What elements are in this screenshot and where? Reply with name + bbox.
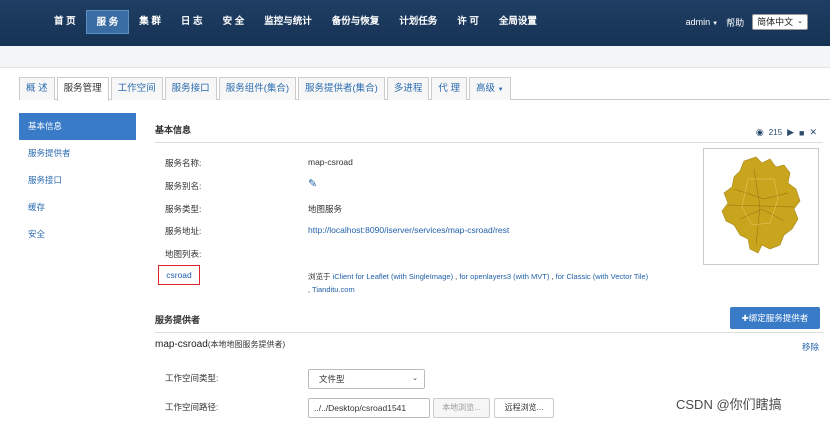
local-browse-button[interactable]: 本地浏览... <box>433 398 490 418</box>
watermark: CSDN @你们瞎搞 <box>676 397 782 412</box>
workspace-type-select[interactable]: 文件型 ⌄ <box>308 369 425 389</box>
eye-icon: ◉ <box>755 127 764 137</box>
provider-type: (本地地图服务提供者) <box>207 340 286 349</box>
tab-advanced[interactable]: 高级 ▼ <box>469 77 511 100</box>
language-value: 简体中文 <box>757 17 794 27</box>
top-nav-bar: 首 页 服 务 集 群 日 志 安 全 监控与统计 备份与恢复 计划任务 许 可… <box>0 0 830 46</box>
caret-down-icon: ▼ <box>497 87 504 93</box>
sidebar-item-basic-info[interactable]: 基本信息 <box>19 113 136 140</box>
tab-service-component-set[interactable]: 服务组件(集合) <box>218 77 297 100</box>
bind-provider-label: 绑定服务提供者 <box>748 313 809 323</box>
remove-provider-link[interactable]: 移除 <box>802 341 819 353</box>
service-alias-label: 服务别名: <box>165 181 202 191</box>
tab-service-provider-set[interactable]: 服务提供者(集合) <box>298 77 385 100</box>
tab-service-interface[interactable]: 服务接口 <box>164 77 217 100</box>
left-sidebar: 基本信息 服务提供者 服务接口 缓存 安全 <box>19 113 136 248</box>
service-type-value: 地图服务 <box>308 204 343 214</box>
preview-link-openlayers3[interactable]: for openlayers3 (with MVT) <box>459 272 549 281</box>
workspace-type-label: 工作空间类型: <box>165 373 219 383</box>
sidebar-item-cache[interactable]: 缓存 <box>19 194 136 221</box>
map-thumbnail[interactable] <box>703 148 819 265</box>
basic-info-title: 基本信息 <box>155 125 192 135</box>
caret-down-icon: ▼ <box>712 21 719 27</box>
tab-overview[interactable]: 概 述 <box>19 77 55 100</box>
provider-id: map-csroad <box>155 339 208 350</box>
sidebar-item-service-interface[interactable]: 服务接口 <box>19 167 136 194</box>
divider <box>155 142 823 143</box>
workspace-path-input[interactable]: ../../Desktop/csroad1541 <box>308 398 430 418</box>
sidebar-item-security[interactable]: 安全 <box>19 221 136 248</box>
nav-global-settings[interactable]: 全局设置 <box>489 10 547 34</box>
nav-monitoring[interactable]: 监控与统计 <box>254 10 322 34</box>
user-area: admin ▼ 帮助 简体中文 ⌄ <box>686 14 808 30</box>
sub-header-strip <box>0 46 830 68</box>
service-tools: ◉ 215 ▶ ■ ✕ <box>756 127 817 138</box>
service-tabs: 概 述 服务管理 工作空间 服务接口 服务组件(集合) 服务提供者(集合) 多进… <box>19 77 830 101</box>
tab-service-management[interactable]: 服务管理 <box>56 77 109 101</box>
nav-license[interactable]: 许 可 <box>447 10 489 34</box>
username: admin <box>685 17 711 27</box>
service-provider-title: 服务提供者 <box>155 315 201 325</box>
divider <box>155 332 823 333</box>
preview-prefix: 浏览于 <box>308 272 331 281</box>
map-csroad-link[interactable]: csroad <box>158 265 200 285</box>
preview-link-leaflet[interactable]: iClient for Leaflet (with SingleImage) <box>333 272 453 281</box>
service-name-label: 服务名称: <box>165 158 202 168</box>
user-menu[interactable]: admin ▼ <box>686 17 718 27</box>
plus-icon: ✚ <box>741 313 749 323</box>
close-icon[interactable]: ✕ <box>809 127 817 138</box>
nav-logs[interactable]: 日 志 <box>171 10 213 34</box>
provider-name: map-csroad(本地地图服务提供者) <box>155 339 285 350</box>
chevron-down-icon: ⌄ <box>412 375 418 382</box>
workspace-path-label: 工作空间路径: <box>165 402 219 412</box>
tab-multi-process[interactable]: 多进程 <box>386 77 430 100</box>
edit-alias-icon[interactable]: ✎ <box>308 177 317 190</box>
main-menu: 首 页 服 务 集 群 日 志 安 全 监控与统计 备份与恢复 计划任务 许 可… <box>44 10 547 34</box>
map-list-label: 地图列表: <box>165 249 202 259</box>
service-name-value: map-csroad <box>308 157 353 167</box>
help-link[interactable]: 帮助 <box>726 16 744 29</box>
stop-icon[interactable]: ■ <box>799 128 804 138</box>
nav-home[interactable]: 首 页 <box>44 10 86 34</box>
language-select[interactable]: 简体中文 ⌄ <box>752 14 808 30</box>
service-address-label: 服务地址: <box>165 226 202 236</box>
tab-proxy[interactable]: 代 理 <box>431 77 467 100</box>
service-type-label: 服务类型: <box>165 204 202 214</box>
map-thumbnail-image <box>721 156 801 254</box>
tab-advanced-label: 高级 <box>476 83 496 94</box>
chevron-down-icon: ⌄ <box>797 18 803 25</box>
nav-security[interactable]: 安 全 <box>213 10 255 34</box>
preview-link-tianditu[interactable]: Tianditu.com <box>312 285 355 294</box>
view-count: 215 <box>768 128 783 137</box>
nav-scheduled-tasks[interactable]: 计划任务 <box>389 10 447 34</box>
preview-links: 浏览于 iClient for Leaflet (with SingleImag… <box>308 272 649 294</box>
preview-link-classic[interactable]: for Classic (with Vector Tile) <box>556 272 649 281</box>
remote-browse-button[interactable]: 远程浏览... <box>494 398 554 418</box>
sidebar-item-service-provider[interactable]: 服务提供者 <box>19 140 136 167</box>
nav-backup[interactable]: 备份与恢复 <box>322 10 390 34</box>
nav-cluster[interactable]: 集 群 <box>129 10 171 34</box>
play-icon[interactable]: ▶ <box>787 127 794 138</box>
tab-workspace[interactable]: 工作空间 <box>110 77 163 100</box>
nav-services[interactable]: 服 务 <box>85 10 130 34</box>
workspace-type-value: 文件型 <box>319 374 345 384</box>
service-address-link[interactable]: http://localhost:8090/iserver/services/m… <box>308 225 509 235</box>
bind-provider-button[interactable]: ✚绑定服务提供者 <box>730 307 820 329</box>
